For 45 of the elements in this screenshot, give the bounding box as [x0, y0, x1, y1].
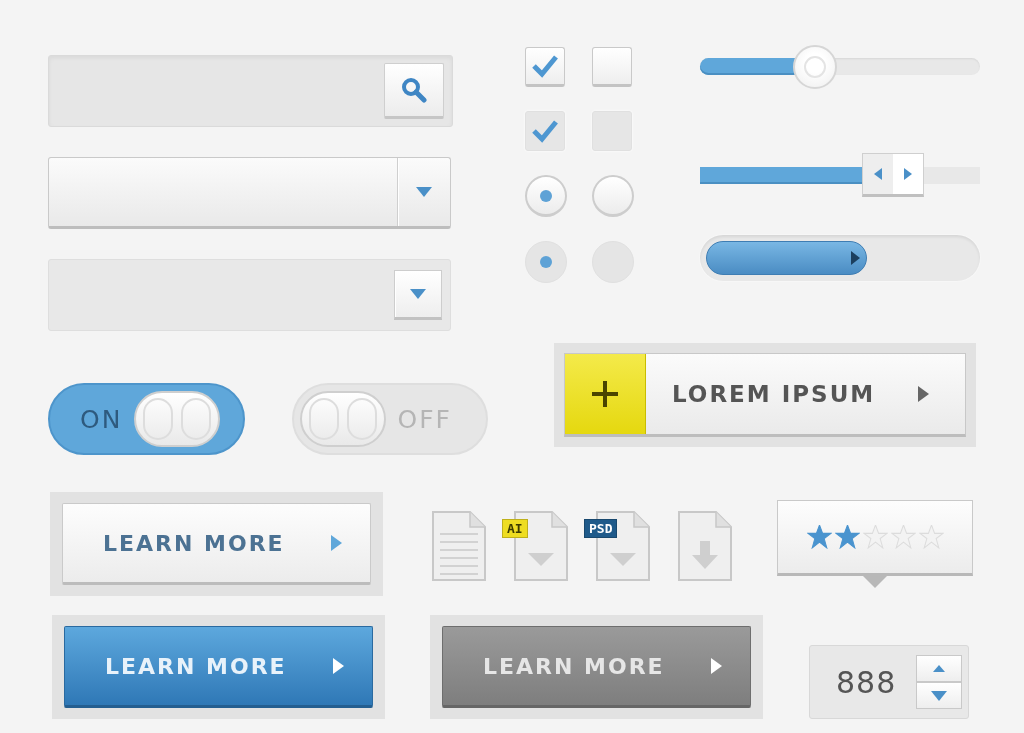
star-icon — [890, 525, 916, 549]
slider[interactable] — [700, 45, 980, 89]
down-arrow-icon — [931, 690, 947, 701]
slider-handle[interactable] — [862, 153, 925, 197]
document-icon — [430, 511, 488, 581]
learn-more-button[interactable]: LEARN MORE — [64, 626, 373, 708]
file-type-label: AI — [502, 519, 528, 538]
right-arrow-icon — [904, 168, 913, 180]
file-type-label: PSD — [584, 519, 618, 538]
arrow-icon — [711, 658, 722, 674]
arrow-icon — [333, 658, 344, 674]
slider-track — [924, 166, 980, 184]
decrement-button[interactable] — [916, 682, 962, 709]
learn-more-button[interactable]: LEARN MORE — [62, 503, 371, 585]
checkmark-icon — [531, 54, 559, 78]
learn-more-button[interactable]: LEARN MORE — [442, 626, 751, 708]
search-field[interactable] — [48, 55, 453, 127]
slider-handle[interactable] — [792, 45, 837, 89]
number-field[interactable]: 888 — [809, 645, 969, 719]
search-button[interactable] — [384, 63, 444, 119]
checkbox[interactable] — [592, 47, 632, 87]
checkbox[interactable] — [525, 47, 565, 87]
increment-button[interactable] — [916, 655, 962, 682]
arrow-icon — [918, 386, 929, 402]
arrow-icon — [850, 251, 860, 265]
arrow-icon — [331, 535, 342, 551]
document-icon — [676, 511, 734, 581]
radio-button[interactable] — [525, 175, 567, 217]
star-icon — [862, 525, 888, 549]
star-icon — [834, 525, 860, 549]
radio-button[interactable] — [592, 175, 634, 217]
up-arrow-icon — [933, 665, 945, 672]
checkmark-icon — [531, 119, 559, 143]
slider[interactable] — [700, 153, 980, 197]
left-arrow-icon — [874, 168, 883, 180]
add-button[interactable]: LOREM IPSUM — [564, 353, 966, 437]
caret-icon — [410, 289, 426, 299]
toggle-switch[interactable]: ON — [48, 383, 245, 455]
dropdown-field[interactable] — [48, 157, 451, 229]
star-icon — [806, 525, 832, 549]
search-icon — [401, 77, 427, 103]
popup-pointer — [863, 576, 887, 588]
plus-icon — [592, 381, 618, 407]
star-icon — [918, 525, 944, 549]
caret-icon — [416, 187, 432, 197]
